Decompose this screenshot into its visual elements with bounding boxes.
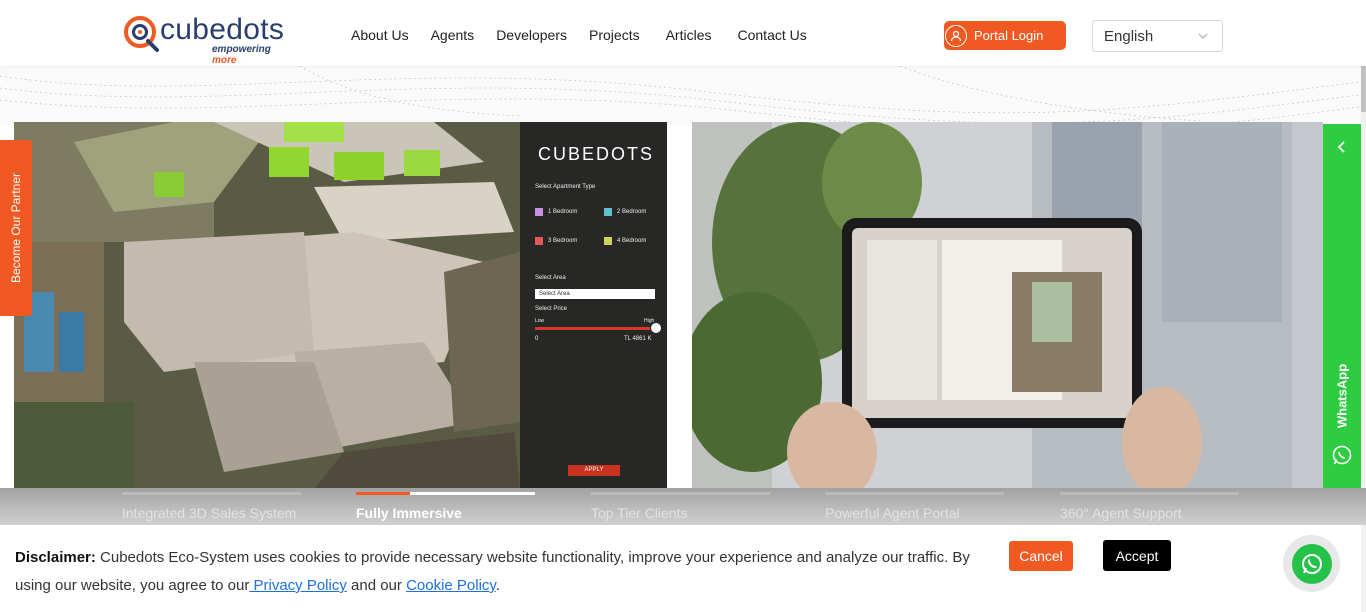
feature-tab-agent-portal[interactable]: Powerful Agent Portal — [825, 488, 1004, 525]
nav-developers[interactable]: Developers — [496, 27, 567, 43]
feature-progress-remaining — [409, 492, 535, 495]
whatsapp-tab-label: WhatsApp — [1334, 363, 1350, 429]
price-low-label: Low — [535, 318, 545, 324]
feature-tab-top-tier-clients[interactable]: Top Tier Clients — [591, 488, 770, 525]
whatsapp-float-button[interactable] — [1283, 535, 1340, 592]
logo-tagline: empowering more — [212, 44, 294, 66]
whatsapp-icon — [1301, 553, 1322, 574]
cookie-cancel-button[interactable]: Cancel — [1009, 541, 1073, 571]
cookie-title: Disclaimer: — [15, 549, 96, 566]
whatsapp-icon — [1332, 445, 1352, 465]
price-max: TL 4861 K — [624, 336, 652, 342]
feature-tab-label: 360° Agent Support — [1060, 505, 1182, 521]
feature-progress-bar — [356, 492, 535, 495]
cookie-banner: Disclaimer: Cubedots Eco-System uses coo… — [0, 525, 1361, 612]
cookie-body-2: and our — [346, 577, 407, 594]
area-select-value: Select Area — [539, 291, 570, 297]
feature-progress-bar — [825, 492, 1004, 495]
feature-tab-label: Powerful Agent Portal — [825, 505, 960, 521]
option-1-bedroom: 1 Bedroom — [548, 209, 578, 215]
whatsapp-float-icon-bg — [1291, 543, 1332, 584]
logo-tagline-b: more — [212, 55, 237, 66]
feature-progress-bar — [122, 492, 301, 495]
feature-tab-label: Integrated 3D Sales System — [122, 505, 297, 521]
language-select[interactable]: English — [1092, 20, 1223, 52]
feature-tab-fully-immersive[interactable]: Fully Immersive — [356, 488, 535, 525]
price-min: 0 — [535, 336, 539, 342]
checkbox-3-bedroom[interactable] — [535, 237, 543, 245]
cookie-body-3: . — [495, 577, 500, 594]
main-nav: About Us Agents Developers Projects Arti… — [351, 27, 829, 43]
hero-tablet-panel — [692, 122, 1323, 489]
become-partner-tab[interactable]: Become Our Partner — [0, 140, 32, 316]
chevron-left-icon[interactable] — [1335, 140, 1349, 154]
feature-progress-bar — [1060, 492, 1239, 495]
option-2-bedroom: 2 Bedroom — [617, 209, 647, 215]
apartment-type-label: Select Apartment Type — [535, 184, 596, 190]
checkbox-1-bedroom[interactable] — [535, 208, 543, 216]
site-header: cubedots empowering more About Us Agents… — [0, 0, 1366, 66]
nav-agents[interactable]: Agents — [431, 27, 475, 43]
unit-filter-overlay: CUBEDOTS Select Apartment Type 1 Bedroom… — [520, 122, 667, 489]
logo-mark-icon — [124, 16, 159, 52]
checkbox-2-bedroom[interactable] — [604, 208, 612, 216]
become-partner-label: Become Our Partner — [9, 172, 23, 284]
feature-progress-fill — [356, 492, 410, 495]
user-icon — [945, 24, 967, 47]
feature-tab-agent-support[interactable]: 360° Agent Support — [1060, 488, 1239, 525]
logo-tagline-a: empowering — [212, 44, 271, 55]
feature-tabs: Integrated 3D Sales System Fully Immersi… — [0, 488, 1366, 525]
apply-button[interactable]: APPLY — [568, 465, 620, 476]
portal-login-button[interactable]: Portal Login — [944, 21, 1066, 50]
option-3-bedroom: 3 Bedroom — [548, 238, 578, 244]
chevron-down-icon — [1198, 33, 1208, 39]
nav-contact-us[interactable]: Contact Us — [738, 27, 807, 43]
price-slider-knob[interactable] — [651, 323, 661, 333]
area-label: Select Area — [535, 275, 566, 281]
background-pattern — [0, 65, 1366, 133]
feature-tab-label: Fully Immersive — [356, 505, 462, 521]
area-select[interactable]: Select Area — [535, 289, 655, 299]
checkbox-4-bedroom[interactable] — [604, 237, 612, 245]
nav-about-us[interactable]: About Us — [351, 27, 409, 43]
privacy-policy-link[interactable]: Privacy Policy — [249, 577, 346, 594]
logo-wordmark: cubedots — [160, 13, 285, 46]
feature-tab-label: Top Tier Clients — [591, 505, 688, 521]
language-value: English — [1104, 27, 1154, 45]
nav-articles[interactable]: Articles — [666, 27, 712, 43]
tablet-photo-illustration — [692, 122, 1323, 489]
feature-progress-bar — [591, 492, 770, 495]
cookie-policy-link[interactable]: Cookie Policy — [406, 577, 496, 594]
cubedots-logo[interactable]: cubedots empowering more — [124, 13, 294, 66]
feature-tab-integrated-3d[interactable]: Integrated 3D Sales System — [122, 488, 301, 525]
overlay-brand: CUBEDOTS — [538, 144, 655, 164]
page: cubedots empowering more About Us Agents… — [0, 0, 1366, 612]
whatsapp-side-tab[interactable]: WhatsApp — [1323, 124, 1361, 488]
cookie-accept-button[interactable]: Accept — [1103, 540, 1171, 571]
hero-3d-model-panel: CUBEDOTS Select Apartment Type 1 Bedroom… — [14, 122, 667, 489]
price-slider[interactable] — [535, 327, 650, 330]
cookie-text: Disclaimer: Cubedots Eco-System uses coo… — [15, 544, 975, 600]
nav-projects[interactable]: Projects — [589, 27, 640, 43]
option-4-bedroom: 4 Bedroom — [617, 238, 647, 244]
price-label: Select Price — [535, 306, 568, 312]
portal-login-label: Portal Login — [974, 28, 1044, 43]
